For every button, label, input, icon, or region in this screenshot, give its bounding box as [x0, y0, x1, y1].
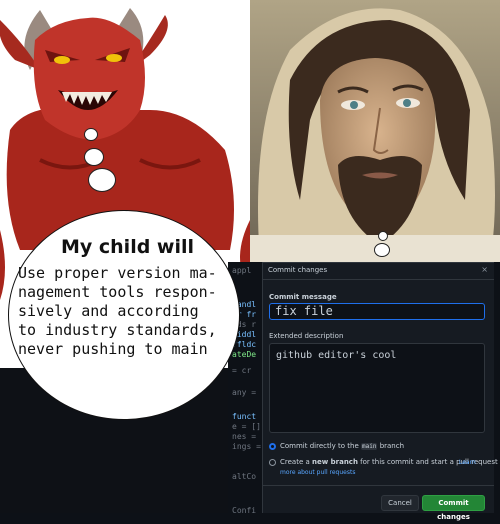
bubble-title: My child will: [60, 236, 195, 258]
portrait-thought-dot-small: [378, 231, 388, 241]
close-icon[interactable]: ×: [481, 265, 488, 274]
cancel-button[interactable]: Cancel: [381, 495, 419, 511]
dialog-title: Commit changes: [268, 266, 328, 274]
thought-dot-small: [84, 128, 98, 141]
commit-changes-button[interactable]: Commit changes: [422, 495, 485, 521]
option-new-suffix: for this commit and start a pull request: [357, 458, 498, 466]
commit-dialog: Commit changes × Commit message fix file…: [262, 262, 498, 521]
dialog-header: Commit changes ×: [263, 263, 494, 280]
commit-message-label: Commit message: [269, 293, 337, 301]
radio-commit-direct[interactable]: [269, 443, 276, 450]
radio-new-branch[interactable]: [269, 459, 276, 466]
option-direct-prefix: Commit directly to the: [280, 442, 362, 450]
extended-description-input[interactable]: github editor's cool: [269, 343, 485, 433]
option-commit-direct-label: Commit directly to the main branch: [280, 442, 404, 450]
branch-name-code: main: [361, 443, 378, 450]
extended-description-label: Extended description: [269, 332, 344, 340]
option-new-bold: new branch: [312, 458, 358, 466]
learn-more-link-start[interactable]: Learn: [459, 459, 476, 466]
option-new-prefix: Create a: [280, 458, 312, 466]
option-direct-suffix: branch: [377, 442, 405, 450]
portrait-illustration: [250, 0, 500, 262]
portrait-thought-dot-large: [374, 243, 390, 257]
bubble-body: Use proper version ma- nagement tools re…: [18, 264, 217, 358]
commit-message-input[interactable]: fix file: [269, 303, 485, 320]
thought-dot-medium: [84, 148, 104, 166]
portrait-image: [250, 0, 500, 262]
learn-more-link[interactable]: more about pull requests: [280, 469, 355, 476]
thought-dot-large: [88, 168, 116, 192]
dialog-divider: [263, 485, 494, 486]
